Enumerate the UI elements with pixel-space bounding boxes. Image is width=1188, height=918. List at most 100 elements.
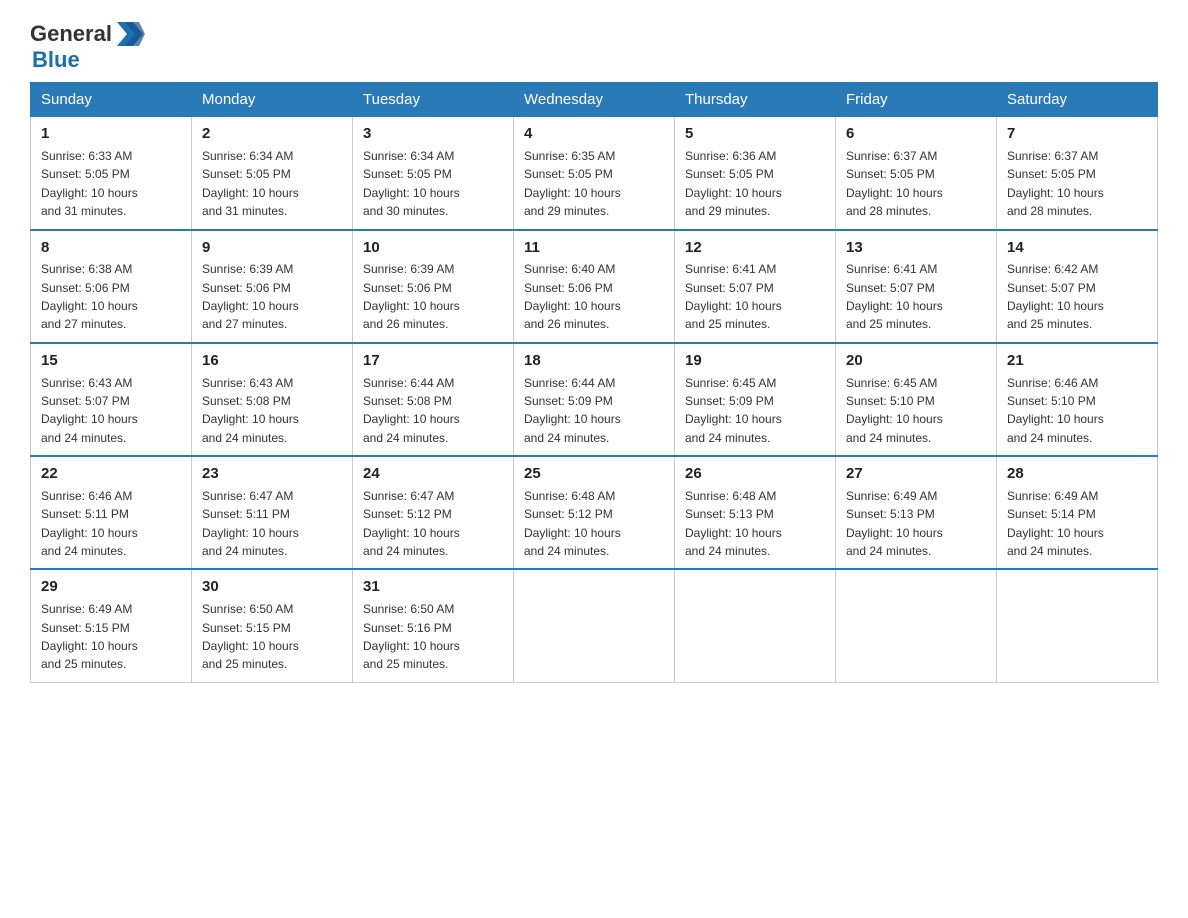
day-number: 26 [685, 463, 825, 485]
page-header: General Blue [30, 20, 1158, 72]
day-info: Sunrise: 6:48 AMSunset: 5:12 PMDaylight:… [524, 489, 621, 558]
calendar-cell: 11 Sunrise: 6:40 AMSunset: 5:06 PMDaylig… [514, 230, 675, 343]
day-number: 25 [524, 463, 664, 485]
calendar-cell: 31 Sunrise: 6:50 AMSunset: 5:16 PMDaylig… [353, 569, 514, 682]
day-number: 30 [202, 576, 342, 598]
day-info: Sunrise: 6:40 AMSunset: 5:06 PMDaylight:… [524, 262, 621, 331]
day-info: Sunrise: 6:41 AMSunset: 5:07 PMDaylight:… [846, 262, 943, 331]
calendar-cell: 21 Sunrise: 6:46 AMSunset: 5:10 PMDaylig… [997, 343, 1158, 456]
weekday-header-thursday: Thursday [675, 83, 836, 117]
day-info: Sunrise: 6:50 AMSunset: 5:16 PMDaylight:… [363, 602, 460, 671]
calendar-cell: 9 Sunrise: 6:39 AMSunset: 5:06 PMDayligh… [192, 230, 353, 343]
day-info: Sunrise: 6:47 AMSunset: 5:11 PMDaylight:… [202, 489, 299, 558]
calendar-cell: 30 Sunrise: 6:50 AMSunset: 5:15 PMDaylig… [192, 569, 353, 682]
week-row-5: 29 Sunrise: 6:49 AMSunset: 5:15 PMDaylig… [31, 569, 1158, 682]
day-number: 20 [846, 350, 986, 372]
day-info: Sunrise: 6:42 AMSunset: 5:07 PMDaylight:… [1007, 262, 1104, 331]
logo-general-text: General [30, 22, 112, 46]
day-number: 4 [524, 123, 664, 145]
day-number: 21 [1007, 350, 1147, 372]
calendar-cell [836, 569, 997, 682]
weekday-header-saturday: Saturday [997, 83, 1158, 117]
day-number: 11 [524, 237, 664, 259]
day-number: 15 [41, 350, 181, 372]
day-number: 31 [363, 576, 503, 598]
day-number: 14 [1007, 237, 1147, 259]
day-info: Sunrise: 6:33 AMSunset: 5:05 PMDaylight:… [41, 149, 138, 218]
day-info: Sunrise: 6:37 AMSunset: 5:05 PMDaylight:… [846, 149, 943, 218]
calendar-cell: 25 Sunrise: 6:48 AMSunset: 5:12 PMDaylig… [514, 456, 675, 569]
day-number: 6 [846, 123, 986, 145]
weekday-header-friday: Friday [836, 83, 997, 117]
day-number: 2 [202, 123, 342, 145]
week-row-1: 1 Sunrise: 6:33 AMSunset: 5:05 PMDayligh… [31, 117, 1158, 230]
calendar-cell: 4 Sunrise: 6:35 AMSunset: 5:05 PMDayligh… [514, 117, 675, 230]
calendar-cell: 5 Sunrise: 6:36 AMSunset: 5:05 PMDayligh… [675, 117, 836, 230]
calendar-cell: 19 Sunrise: 6:45 AMSunset: 5:09 PMDaylig… [675, 343, 836, 456]
day-info: Sunrise: 6:44 AMSunset: 5:09 PMDaylight:… [524, 376, 621, 445]
day-info: Sunrise: 6:49 AMSunset: 5:15 PMDaylight:… [41, 602, 138, 671]
calendar-cell: 8 Sunrise: 6:38 AMSunset: 5:06 PMDayligh… [31, 230, 192, 343]
calendar-cell: 23 Sunrise: 6:47 AMSunset: 5:11 PMDaylig… [192, 456, 353, 569]
logo-arrow-icon [115, 20, 145, 48]
day-info: Sunrise: 6:38 AMSunset: 5:06 PMDaylight:… [41, 262, 138, 331]
day-info: Sunrise: 6:49 AMSunset: 5:13 PMDaylight:… [846, 489, 943, 558]
day-number: 19 [685, 350, 825, 372]
day-number: 23 [202, 463, 342, 485]
week-row-3: 15 Sunrise: 6:43 AMSunset: 5:07 PMDaylig… [31, 343, 1158, 456]
day-info: Sunrise: 6:48 AMSunset: 5:13 PMDaylight:… [685, 489, 782, 558]
calendar-cell: 10 Sunrise: 6:39 AMSunset: 5:06 PMDaylig… [353, 230, 514, 343]
calendar-cell: 2 Sunrise: 6:34 AMSunset: 5:05 PMDayligh… [192, 117, 353, 230]
calendar-cell: 14 Sunrise: 6:42 AMSunset: 5:07 PMDaylig… [997, 230, 1158, 343]
day-info: Sunrise: 6:45 AMSunset: 5:10 PMDaylight:… [846, 376, 943, 445]
calendar-cell: 20 Sunrise: 6:45 AMSunset: 5:10 PMDaylig… [836, 343, 997, 456]
week-row-2: 8 Sunrise: 6:38 AMSunset: 5:06 PMDayligh… [31, 230, 1158, 343]
weekday-header-monday: Monday [192, 83, 353, 117]
day-info: Sunrise: 6:47 AMSunset: 5:12 PMDaylight:… [363, 489, 460, 558]
calendar-cell [997, 569, 1158, 682]
day-info: Sunrise: 6:44 AMSunset: 5:08 PMDaylight:… [363, 376, 460, 445]
day-number: 22 [41, 463, 181, 485]
weekday-header-wednesday: Wednesday [514, 83, 675, 117]
day-info: Sunrise: 6:35 AMSunset: 5:05 PMDaylight:… [524, 149, 621, 218]
calendar-cell: 15 Sunrise: 6:43 AMSunset: 5:07 PMDaylig… [31, 343, 192, 456]
day-info: Sunrise: 6:36 AMSunset: 5:05 PMDaylight:… [685, 149, 782, 218]
day-info: Sunrise: 6:34 AMSunset: 5:05 PMDaylight:… [202, 149, 299, 218]
calendar-cell: 12 Sunrise: 6:41 AMSunset: 5:07 PMDaylig… [675, 230, 836, 343]
day-number: 1 [41, 123, 181, 145]
day-number: 5 [685, 123, 825, 145]
day-number: 7 [1007, 123, 1147, 145]
day-number: 17 [363, 350, 503, 372]
day-info: Sunrise: 6:46 AMSunset: 5:11 PMDaylight:… [41, 489, 138, 558]
weekday-header-sunday: Sunday [31, 83, 192, 117]
day-info: Sunrise: 6:34 AMSunset: 5:05 PMDaylight:… [363, 149, 460, 218]
logo: General Blue [30, 20, 145, 72]
day-number: 10 [363, 237, 503, 259]
calendar-cell: 1 Sunrise: 6:33 AMSunset: 5:05 PMDayligh… [31, 117, 192, 230]
day-number: 12 [685, 237, 825, 259]
weekday-header-tuesday: Tuesday [353, 83, 514, 117]
logo-blue-text: Blue [32, 48, 145, 72]
day-info: Sunrise: 6:49 AMSunset: 5:14 PMDaylight:… [1007, 489, 1104, 558]
week-row-4: 22 Sunrise: 6:46 AMSunset: 5:11 PMDaylig… [31, 456, 1158, 569]
calendar-cell: 18 Sunrise: 6:44 AMSunset: 5:09 PMDaylig… [514, 343, 675, 456]
calendar-cell: 26 Sunrise: 6:48 AMSunset: 5:13 PMDaylig… [675, 456, 836, 569]
day-number: 18 [524, 350, 664, 372]
day-info: Sunrise: 6:43 AMSunset: 5:08 PMDaylight:… [202, 376, 299, 445]
calendar-cell: 22 Sunrise: 6:46 AMSunset: 5:11 PMDaylig… [31, 456, 192, 569]
day-number: 3 [363, 123, 503, 145]
calendar-cell: 27 Sunrise: 6:49 AMSunset: 5:13 PMDaylig… [836, 456, 997, 569]
calendar-cell: 28 Sunrise: 6:49 AMSunset: 5:14 PMDaylig… [997, 456, 1158, 569]
day-info: Sunrise: 6:50 AMSunset: 5:15 PMDaylight:… [202, 602, 299, 671]
day-info: Sunrise: 6:37 AMSunset: 5:05 PMDaylight:… [1007, 149, 1104, 218]
calendar-cell: 13 Sunrise: 6:41 AMSunset: 5:07 PMDaylig… [836, 230, 997, 343]
weekday-header-row: SundayMondayTuesdayWednesdayThursdayFrid… [31, 83, 1158, 117]
day-number: 28 [1007, 463, 1147, 485]
calendar-cell: 24 Sunrise: 6:47 AMSunset: 5:12 PMDaylig… [353, 456, 514, 569]
calendar-cell: 3 Sunrise: 6:34 AMSunset: 5:05 PMDayligh… [353, 117, 514, 230]
day-number: 8 [41, 237, 181, 259]
calendar-cell: 17 Sunrise: 6:44 AMSunset: 5:08 PMDaylig… [353, 343, 514, 456]
day-info: Sunrise: 6:46 AMSunset: 5:10 PMDaylight:… [1007, 376, 1104, 445]
day-number: 24 [363, 463, 503, 485]
calendar-cell: 16 Sunrise: 6:43 AMSunset: 5:08 PMDaylig… [192, 343, 353, 456]
